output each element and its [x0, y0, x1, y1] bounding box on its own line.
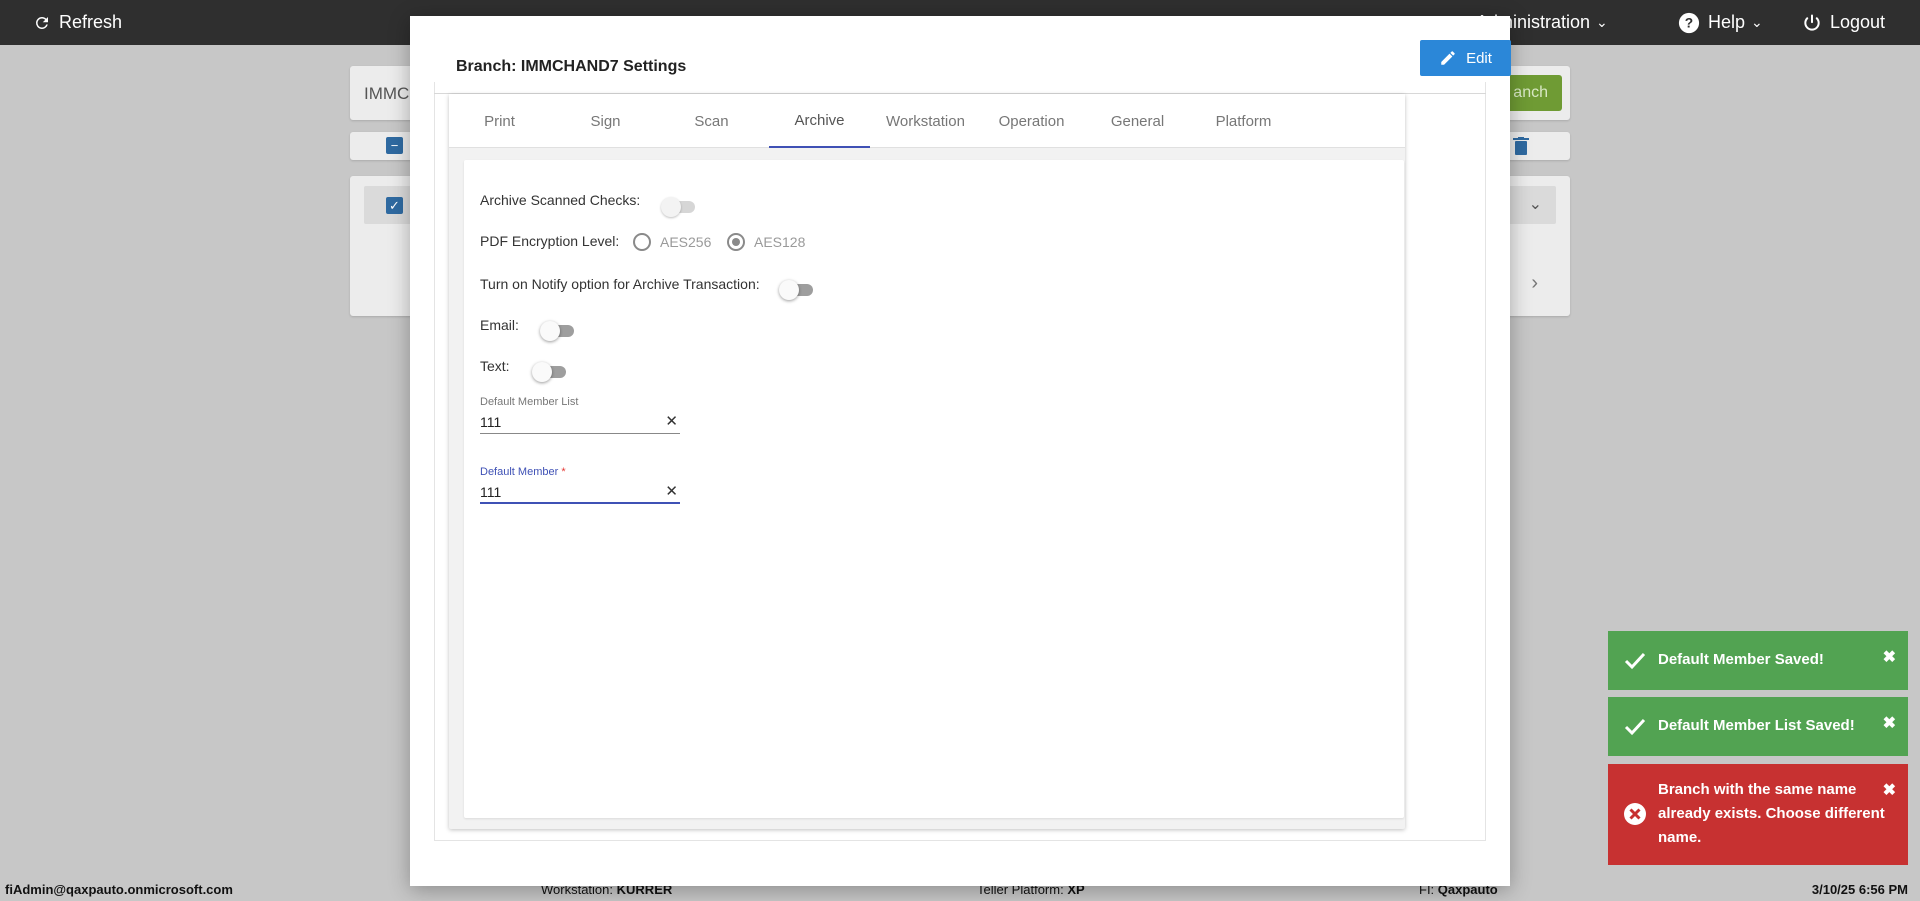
tab-operation-label: Operation: [998, 112, 1065, 130]
close-icon[interactable]: ✖: [1883, 713, 1896, 733]
close-icon[interactable]: ✕: [665, 412, 678, 430]
aes256-label: AES256: [660, 234, 712, 250]
tab-platform[interactable]: Platform: [1193, 94, 1294, 148]
background-add-branch-label: anch: [1513, 84, 1548, 101]
chevron-down-icon: ⌄: [1596, 14, 1608, 30]
trash-icon: [1513, 137, 1529, 155]
refresh-label: Refresh: [59, 12, 123, 32]
notify-archive-label: Turn on Notify option for Archive Transa…: [480, 276, 760, 292]
checkmark-icon: [1624, 718, 1646, 736]
tab-archive-label: Archive: [794, 111, 845, 129]
help-label: Help: [1708, 12, 1746, 32]
email-toggle[interactable]: [540, 320, 574, 341]
edit-button[interactable]: Edit: [1420, 40, 1511, 76]
archive-scanned-checks-toggle[interactable]: [661, 196, 695, 217]
checkmark-icon: [1624, 652, 1646, 670]
branch-settings-dialog: Branch: IMMCHAND7 Settings Edit Print Si…: [410, 16, 1511, 886]
notify-archive-toggle[interactable]: [779, 279, 813, 300]
refresh-button[interactable]: Refresh: [33, 0, 122, 45]
edit-label: Edit: [1466, 49, 1492, 67]
required-marker: *: [561, 466, 566, 478]
toast-branch-exists-error: Branch with the same name already exists…: [1608, 764, 1908, 865]
aes256-radio[interactable]: [633, 233, 651, 251]
tab-platform-label: Platform: [1215, 112, 1272, 130]
default-member-field[interactable]: ✕: [480, 480, 680, 504]
dialog-title: Branch: IMMCHAND7 Settings: [456, 58, 687, 75]
toast-message: Branch with the same name already exists…: [1658, 781, 1885, 846]
refresh-icon: [36, 16, 48, 29]
archive-settings-panel: Archive Scanned Checks: PDF Encryption L…: [464, 160, 1404, 818]
help-icon: ?: [1678, 12, 1700, 33]
default-member-list-field[interactable]: ✕: [480, 410, 680, 434]
toast-message: Default Member List Saved!: [1658, 717, 1855, 734]
tab-print[interactable]: Print: [449, 94, 550, 148]
toast-default-member-list-saved: Default Member List Saved! ✖: [1608, 697, 1908, 756]
close-icon[interactable]: ✖: [1883, 647, 1896, 667]
archive-scanned-checks-label: Archive Scanned Checks:: [480, 192, 641, 208]
default-member-label: Default Member *: [480, 466, 566, 478]
error-circle-icon: [1624, 803, 1646, 825]
tab-workstation[interactable]: Workstation: [875, 94, 976, 148]
logout-label: Logout: [1830, 12, 1886, 32]
status-datetime: 3/10/25 6:56 PM: [1811, 882, 1908, 897]
close-icon[interactable]: ✖: [1883, 780, 1896, 800]
tab-operation[interactable]: Operation: [981, 94, 1082, 148]
toast-default-member-saved: Default Member Saved! ✖: [1608, 631, 1908, 690]
logout-button[interactable]: Logout: [1802, 0, 1885, 45]
text-label: Text:: [480, 358, 510, 374]
status-user: fiAdmin@qaxpauto.onmicrosoft.com: [5, 882, 233, 897]
default-member-label-text: Default Member: [480, 466, 559, 478]
default-member-list-input[interactable]: [480, 412, 650, 432]
settings-tabs-card: Print Sign Scan Archive Workstation Oper…: [449, 94, 1405, 829]
tab-print-label: Print: [484, 112, 515, 130]
pdf-encryption-level-label: PDF Encryption Level:: [480, 233, 620, 249]
tab-general-label: General: [1110, 112, 1165, 130]
close-icon[interactable]: ✕: [665, 482, 678, 500]
svg-text:?: ?: [1685, 15, 1693, 30]
aes128-label: AES128: [754, 234, 806, 250]
default-member-list-label: Default Member List: [480, 396, 579, 408]
minus-checkbox-icon: −: [386, 137, 403, 154]
power-icon: [1804, 14, 1820, 31]
pencil-icon: [1441, 51, 1455, 65]
tab-sign-label: Sign: [590, 112, 621, 130]
tab-archive[interactable]: Archive: [769, 94, 870, 148]
email-label: Email:: [480, 317, 519, 333]
checkbox-icon: ✓: [386, 197, 403, 214]
aes128-radio[interactable]: [727, 233, 745, 251]
chevron-down-icon: ⌄: [1528, 196, 1542, 213]
tab-sign[interactable]: Sign: [555, 94, 656, 148]
toast-message: Default Member Saved!: [1658, 651, 1824, 668]
settings-tab-bar: Print Sign Scan Archive Workstation Oper…: [449, 94, 1405, 148]
chevron-down-icon: ⌄: [1751, 14, 1763, 30]
chevron-right-icon: ›: [1531, 272, 1538, 294]
text-toggle[interactable]: [532, 361, 566, 382]
tab-general[interactable]: General: [1087, 94, 1188, 148]
default-member-input[interactable]: [480, 482, 650, 502]
dialog-header: Branch: IMMCHAND7 Settings Edit: [434, 40, 1511, 94]
help-menu[interactable]: ? Help ⌄: [1678, 0, 1763, 45]
tab-scan[interactable]: Scan: [661, 94, 762, 148]
tab-workstation-label: Workstation: [886, 112, 965, 130]
tab-scan-label: Scan: [694, 112, 729, 130]
